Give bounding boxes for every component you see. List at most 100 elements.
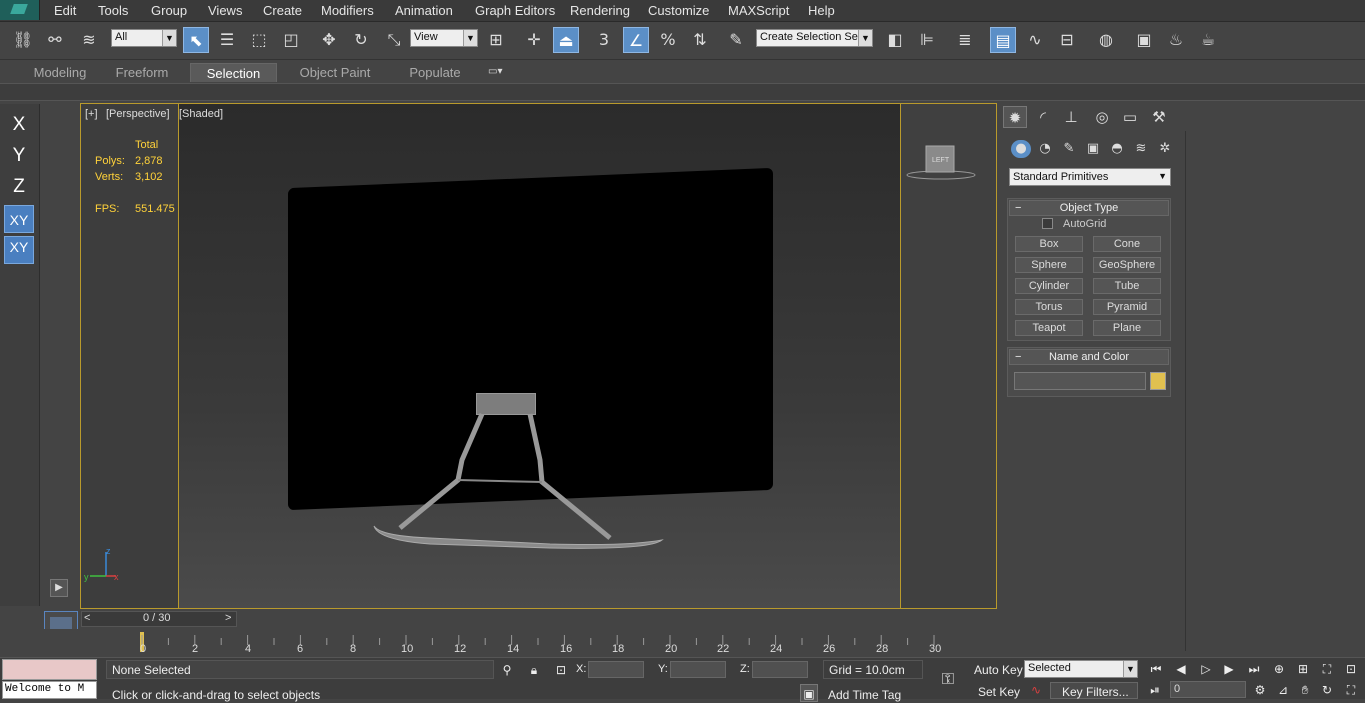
menu-views[interactable]: Views [208, 3, 242, 18]
time-slider-prev[interactable]: < [84, 612, 90, 624]
menu-modifiers[interactable]: Modifiers [321, 3, 374, 18]
scale-icon[interactable]: ⤡ [381, 27, 407, 53]
object-type-header[interactable]: − Object Type [1009, 200, 1169, 216]
play-expand-icon[interactable]: ▶ [50, 579, 68, 597]
select-object-icon[interactable]: ⬉ [183, 27, 209, 53]
selection-lock-icon[interactable]: 🔒︎ [525, 661, 543, 679]
set-key-icon[interactable]: ⚿ [934, 670, 962, 688]
pyramid-button[interactable]: Pyramid [1093, 299, 1161, 315]
pivot-center-icon[interactable]: ⊞ [483, 27, 509, 53]
geosphere-button[interactable]: GeoSphere [1093, 257, 1161, 273]
auto-key-button[interactable]: Auto Key [974, 663, 1023, 677]
schematic-view-icon[interactable]: ⊟ [1054, 27, 1080, 53]
menu-graph-editors[interactable]: Graph Editors [475, 3, 555, 18]
app-logo-icon[interactable] [0, 0, 40, 20]
systems-icon[interactable]: ✲ [1155, 140, 1175, 158]
maxscript-listener-top[interactable] [2, 659, 97, 680]
z-coord-field[interactable] [752, 661, 808, 678]
name-and-color-header[interactable]: − Name and Color [1009, 349, 1169, 365]
isolate-selection-icon[interactable]: ⚲ [498, 661, 516, 679]
object-name-input[interactable] [1014, 372, 1146, 390]
ribbon-tab-populate[interactable]: Populate [405, 63, 465, 82]
viewport-point-of-view-label[interactable]: [Perspective] [106, 108, 170, 120]
play-icon[interactable]: ▷ [1197, 660, 1215, 678]
primitive-category-select[interactable]: Standard Primitives ▼ [1009, 168, 1171, 186]
menu-tools[interactable]: Tools [98, 3, 128, 18]
default-tangents-icon[interactable]: ∿ [1027, 681, 1045, 699]
teapot-button[interactable]: Teapot [1015, 320, 1083, 336]
lights-icon[interactable]: ✎ [1059, 140, 1079, 158]
reference-coord-select[interactable]: View ▼ [410, 29, 478, 47]
rendered-frame-window-icon[interactable]: ♨ [1163, 27, 1189, 53]
time-slider-next[interactable]: > [225, 612, 231, 624]
absolute-mode-icon[interactable]: ⊡ [552, 661, 570, 679]
cone-button[interactable]: Cone [1093, 236, 1161, 252]
go-to-end-icon[interactable]: ⏭ [1245, 660, 1263, 678]
ribbon-tab-modeling[interactable]: Modeling [27, 63, 93, 82]
render-setup-icon[interactable]: ▣ [1131, 27, 1157, 53]
autogrid-checkbox[interactable] [1042, 218, 1053, 229]
spinner-snap-icon[interactable]: ⇅ [687, 27, 713, 53]
menu-create[interactable]: Create [263, 3, 302, 18]
pan-icon[interactable]: ✋︎ [1296, 681, 1314, 699]
previous-frame-icon[interactable]: ◀ [1172, 660, 1190, 678]
viewport-menu-plus[interactable]: [+] [85, 108, 98, 120]
ribbon-tab-object-paint[interactable]: Object Paint [295, 63, 375, 82]
current-frame-field[interactable]: 0 [1170, 681, 1246, 698]
menu-help[interactable]: Help [808, 3, 835, 18]
move-icon[interactable]: ✥ [316, 27, 342, 53]
unlink-icon[interactable]: ⚯ [42, 27, 68, 53]
time-configuration-icon[interactable]: ⚙ [1251, 681, 1269, 699]
torus-button[interactable]: Torus [1015, 299, 1083, 315]
menu-rendering[interactable]: Rendering [570, 3, 630, 18]
snaps-toggle-icon[interactable]: 3 [591, 27, 617, 53]
zoom-all-icon[interactable]: ⊞ [1294, 660, 1312, 678]
rect-selection-icon[interactable]: ⬚ [246, 27, 272, 53]
axis-xy-snap-button[interactable]: XY [4, 236, 34, 264]
align-icon[interactable]: ⊫ [914, 27, 940, 53]
box-button[interactable]: Box [1015, 236, 1083, 252]
ribbon-options-icon[interactable]: ▭▾ [488, 66, 514, 78]
menu-customize[interactable]: Customize [648, 3, 709, 18]
axis-y-button[interactable]: Y [4, 142, 34, 170]
tube-button[interactable]: Tube [1093, 278, 1161, 294]
maximize-viewport-icon[interactable]: ⛶ [1342, 681, 1360, 699]
link-icon[interactable]: ⛓ [10, 27, 36, 53]
ribbon-tab-selection[interactable]: Selection [190, 63, 277, 82]
y-coord-field[interactable] [670, 661, 726, 678]
x-coord-field[interactable] [588, 661, 644, 678]
create-tab-icon[interactable]: ✹ [1003, 106, 1027, 128]
key-mode-select[interactable]: Selected ▼ [1024, 660, 1138, 678]
time-tag-icon[interactable]: ▣ [800, 684, 818, 702]
axis-z-button[interactable]: Z [4, 173, 34, 201]
set-key-button[interactable]: Set Key [978, 685, 1020, 699]
keyboard-shortcut-override-icon[interactable]: ⏏ [553, 27, 579, 53]
menu-animation[interactable]: Animation [395, 3, 453, 18]
shapes-icon[interactable]: ◔ [1035, 140, 1055, 158]
menu-group[interactable]: Group [151, 3, 187, 18]
orbit-icon[interactable]: ↻ [1318, 681, 1336, 699]
hierarchy-tab-icon[interactable]: ⊥ [1059, 106, 1083, 128]
tv-stand-model[interactable] [370, 410, 670, 555]
viewport-shading-label[interactable]: [Shaded] [179, 108, 223, 120]
mirror-icon[interactable]: ◧ [882, 27, 908, 53]
helpers-icon[interactable]: ◓ [1107, 140, 1127, 158]
bind-space-warp-icon[interactable]: ≋ [76, 27, 102, 53]
angle-snap-icon[interactable]: ∠ [623, 27, 649, 53]
window-crossing-icon[interactable]: ◰ [278, 27, 304, 53]
zoom-extents-all-icon[interactable]: ⊡ [1342, 660, 1360, 678]
menu-edit[interactable]: Edit [54, 3, 76, 18]
space-warps-icon[interactable]: ≋ [1131, 140, 1151, 158]
material-editor-icon[interactable]: ◍ [1093, 27, 1119, 53]
key-mode-toggle-icon[interactable]: ⏯ [1146, 681, 1164, 699]
sphere-button[interactable]: Sphere [1015, 257, 1083, 273]
go-to-start-icon[interactable]: ⏮ [1147, 660, 1165, 678]
geometry-icon[interactable]: ● [1011, 140, 1031, 158]
cylinder-button[interactable]: Cylinder [1015, 278, 1083, 294]
layer-manager-icon[interactable]: ≣ [952, 27, 978, 53]
zoom-extents-icon[interactable]: ⛶ [1318, 660, 1336, 678]
ribbon-tab-freeform[interactable]: Freeform [111, 63, 173, 82]
edit-named-selection-icon[interactable]: ✎ [723, 27, 749, 53]
curve-editor-icon[interactable]: ∿ [1022, 27, 1048, 53]
motion-tab-icon[interactable]: ◎ [1090, 106, 1114, 128]
